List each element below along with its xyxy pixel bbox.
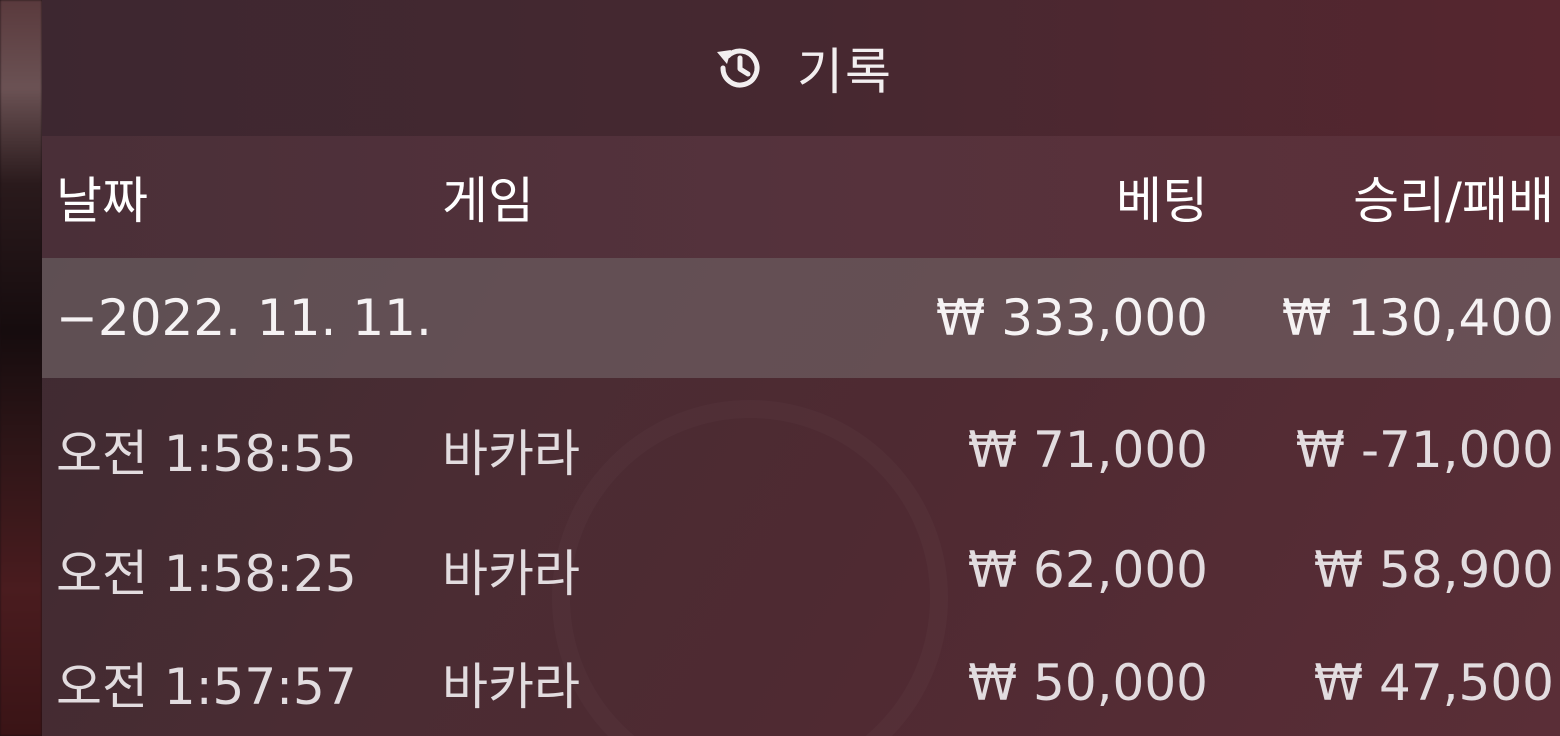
row-time: 오전 1:58:25 <box>56 545 357 603</box>
column-header-result: 승리/패배 <box>1353 172 1554 230</box>
row-bet: ₩ 71,000 <box>967 421 1208 479</box>
row-result: ₩ 47,500 <box>1313 654 1554 712</box>
column-header-date: 날짜 <box>56 172 148 230</box>
summary-bet: ₩ 333,000 <box>935 289 1208 347</box>
row-game: 바카라 <box>442 658 580 716</box>
history-panel: 기록 날짜 게임 베팅 승리/패배 −2022. 11. 11. ₩ 333,0… <box>42 0 1560 736</box>
row-result: ₩ 58,900 <box>1313 541 1554 599</box>
row-bet: ₩ 50,000 <box>967 654 1208 712</box>
history-header: 기록 <box>42 0 1560 136</box>
date-summary-row[interactable]: −2022. 11. 11. ₩ 333,000 ₩ 130,400 <box>42 258 1560 378</box>
background-video-strip <box>0 0 42 736</box>
row-game: 바카라 <box>442 425 580 483</box>
table-header: 날짜 게임 베팅 승리/패배 <box>42 136 1560 258</box>
history-title: 기록 <box>797 43 893 101</box>
column-header-game: 게임 <box>442 172 534 230</box>
row-bet: ₩ 62,000 <box>967 541 1208 599</box>
table-row[interactable]: 오전 1:58:55 바카라 ₩ 71,000 ₩ -71,000 <box>42 390 1560 510</box>
column-header-bet: 베팅 <box>1116 172 1208 230</box>
row-result: ₩ -71,000 <box>1295 421 1554 479</box>
row-time: 오전 1:57:57 <box>56 658 357 716</box>
table-row[interactable]: 오전 1:57:57 바카라 ₩ 50,000 ₩ 47,500 <box>42 630 1560 736</box>
row-game: 바카라 <box>442 545 580 603</box>
row-time: 오전 1:58:55 <box>56 425 357 483</box>
table-row[interactable]: 오전 1:58:25 바카라 ₩ 62,000 ₩ 58,900 <box>42 510 1560 630</box>
summary-result: ₩ 130,400 <box>1281 289 1554 347</box>
summary-date: −2022. 11. 11. <box>56 289 432 347</box>
history-icon <box>717 48 760 88</box>
